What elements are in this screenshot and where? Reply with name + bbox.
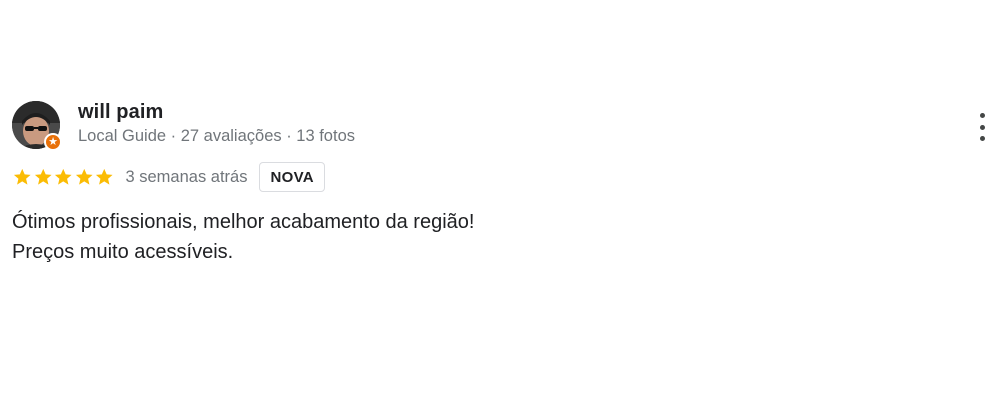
rating-row: 3 semanas atrás NOVA xyxy=(12,161,325,193)
star-icon xyxy=(54,168,72,185)
new-badge: NOVA xyxy=(259,162,325,192)
review-time: 3 semanas atrás xyxy=(125,167,248,186)
review-card: ★ will paim Local Guide · 27 avaliações … xyxy=(0,0,1000,400)
author-name[interactable]: will paim xyxy=(78,101,163,124)
review-text: Ótimos profissionais, melhor acabamento … xyxy=(12,207,474,267)
star-icon xyxy=(34,168,52,185)
review-text-line: Preços muito acessíveis. xyxy=(12,241,234,263)
star-icon xyxy=(13,168,31,185)
star-icon xyxy=(95,168,113,185)
local-guide-star-icon: ★ xyxy=(44,133,62,151)
more-dot xyxy=(979,113,985,118)
more-vert-icon[interactable] xyxy=(970,112,994,142)
review-text-line: Ótimos profissionais, melhor acabamento … xyxy=(12,211,475,233)
more-dot xyxy=(979,136,985,141)
star-rating xyxy=(12,167,115,187)
avatar-container[interactable]: ★ xyxy=(12,101,62,151)
author-meta[interactable]: Local Guide · 27 avaliações · 13 fotos xyxy=(78,127,355,146)
more-dot xyxy=(979,124,985,130)
star-icon xyxy=(75,168,93,185)
